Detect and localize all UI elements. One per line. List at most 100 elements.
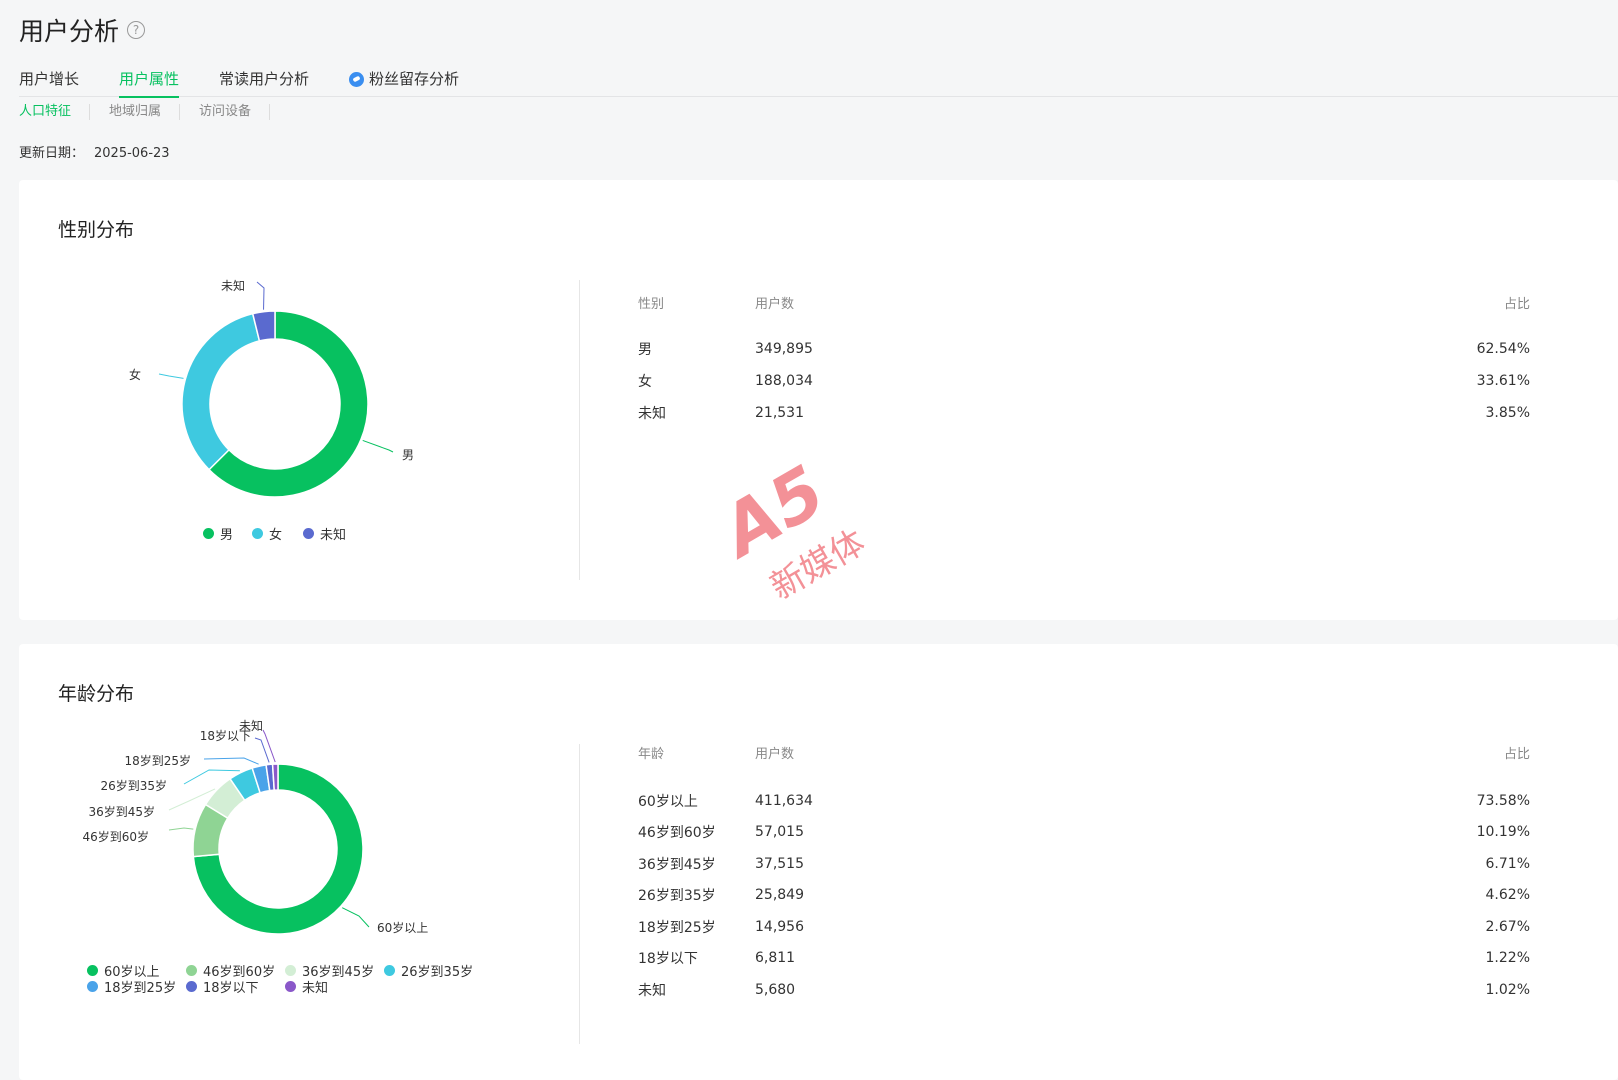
table-row: 46岁到60岁 57,015 10.19% bbox=[638, 817, 1530, 849]
table-row: 60岁以上 411,634 73.58% bbox=[638, 785, 1530, 817]
subtab-region[interactable]: 地域归属 bbox=[109, 104, 181, 120]
legend-item[interactable]: 男 bbox=[203, 525, 252, 543]
age-legend: 60岁以上 46岁到60岁 36岁到45岁 26岁到35岁 18岁到25岁 18岁以下 未知 bbox=[87, 962, 507, 996]
header-users: 用户数 bbox=[755, 747, 795, 762]
table-cell-users: 25,849 bbox=[755, 887, 804, 904]
table-cell-users: 6,811 bbox=[755, 950, 796, 967]
table-row: 男 349,895 62.54% bbox=[638, 333, 1530, 365]
age-table: 年龄 用户数 占比 60岁以上 411,634 73.58% 46岁到60岁 57,01… bbox=[638, 743, 1530, 1006]
legend-label: 未知 bbox=[302, 980, 329, 996]
legend-dot-icon bbox=[87, 964, 98, 976]
tab-user-attributes[interactable]: 用户属性 bbox=[119, 66, 180, 98]
tab-label: 粉丝留存分析 bbox=[369, 70, 460, 88]
table-cell-label: 60岁以上 bbox=[638, 793, 698, 810]
table-cell-pct: 3.85% bbox=[1485, 405, 1530, 421]
leader-line bbox=[158, 373, 184, 379]
table-row: 36岁到45岁 37,515 6.71% bbox=[638, 848, 1530, 880]
slice-label: 未知 bbox=[221, 279, 245, 293]
legend-item[interactable]: 女 bbox=[252, 525, 303, 543]
badge-icon bbox=[349, 72, 365, 87]
donut-slice[interactable] bbox=[271, 763, 279, 791]
table-header: 性别 用户数 占比 bbox=[638, 293, 1530, 313]
legend-label: 男 bbox=[220, 527, 234, 543]
legend-dot-icon bbox=[303, 527, 314, 539]
leader-line bbox=[262, 729, 276, 763]
gender-legend: 男 女 未知 bbox=[203, 525, 363, 543]
legend-dot-icon bbox=[203, 527, 214, 539]
gender-donut-chart: 男 女 未知 bbox=[129, 279, 414, 498]
legend-label: 女 bbox=[269, 527, 283, 543]
leader-line bbox=[254, 737, 270, 763]
slice-label: 60岁以上 bbox=[377, 920, 428, 935]
legend-dot-icon bbox=[285, 980, 296, 992]
legend-dot-icon bbox=[87, 980, 98, 992]
leader-line bbox=[256, 281, 265, 310]
table-cell-users: 21,531 bbox=[755, 405, 804, 421]
table-cell-label: 未知 bbox=[638, 406, 666, 422]
update-date-row: 更新日期： 2025-06-23 bbox=[19, 142, 170, 161]
slice-label: 男 bbox=[402, 448, 414, 462]
legend-item[interactable]: 未知 bbox=[285, 978, 384, 996]
slice-label: 26岁到35岁 bbox=[100, 778, 167, 793]
divider bbox=[579, 280, 580, 580]
table-header: 年龄 用户数 占比 bbox=[638, 743, 1530, 763]
update-label: 更新日期： bbox=[19, 146, 85, 161]
question-circle-icon[interactable]: ? bbox=[127, 21, 146, 39]
legend-dot-icon bbox=[384, 964, 395, 976]
legend-dot-icon bbox=[252, 527, 263, 539]
donut-slice[interactable] bbox=[181, 312, 261, 471]
table-cell-label: 女 bbox=[638, 374, 652, 390]
slice-label: 18岁到25岁 bbox=[124, 753, 191, 768]
gender-card: 性别分布 男女未知 男女未知 性别 用户数 占比 男 349,895 62.54% 女… bbox=[19, 180, 1618, 620]
slice-label: 女 bbox=[129, 367, 141, 382]
tab-user-growth[interactable]: 用户增长 bbox=[19, 66, 79, 97]
legend-label: 未知 bbox=[320, 527, 347, 543]
subtab-demographics[interactable]: 人口特征 bbox=[19, 104, 91, 120]
table-row: 18岁以下 6,811 1.22% bbox=[638, 943, 1530, 975]
gender-table: 性别 用户数 占比 男 349,895 62.54% 女 188,034 33.61% 未知… bbox=[638, 293, 1530, 429]
table-cell-pct: 1.02% bbox=[1485, 981, 1530, 998]
legend-label: 26岁到35岁 bbox=[401, 964, 474, 980]
subtab-devices[interactable]: 访问设备 bbox=[199, 104, 271, 120]
table-cell-users: 349,895 bbox=[755, 341, 813, 357]
tab-label: 常读用户分析 bbox=[219, 70, 310, 88]
legend-item[interactable]: 18岁到25岁 bbox=[87, 978, 186, 996]
legend-item[interactable]: 36岁到45岁 bbox=[285, 962, 384, 980]
page-title-text: 用户分析 bbox=[19, 17, 120, 46]
table-cell-pct: 62.54% bbox=[1476, 341, 1530, 357]
legend-item[interactable]: 26岁到35岁 bbox=[384, 962, 483, 980]
table-cell-pct: 10.19% bbox=[1476, 824, 1530, 841]
legend-label: 18岁到25岁 bbox=[104, 980, 177, 996]
table-cell-label: 36岁到45岁 bbox=[638, 856, 716, 873]
table-cell-users: 37,515 bbox=[755, 855, 804, 872]
legend-dot-icon bbox=[285, 964, 296, 976]
leader-line bbox=[362, 439, 394, 453]
table-cell-pct: 2.67% bbox=[1485, 918, 1530, 935]
table-cell-pct: 73.58% bbox=[1476, 792, 1530, 809]
header-pct: 占比 bbox=[1503, 297, 1530, 312]
tab-fan-retention[interactable]: 粉丝留存分析 bbox=[349, 66, 459, 97]
header-gender: 性别 bbox=[638, 297, 665, 312]
update-date: 2025-06-23 bbox=[94, 146, 170, 161]
legend-item[interactable]: 18岁以下 bbox=[186, 978, 285, 996]
table-cell-users: 14,956 bbox=[755, 918, 804, 935]
divider bbox=[579, 744, 580, 1044]
table-row: 18岁到25岁 14,956 2.67% bbox=[638, 911, 1530, 943]
table-cell-pct: 1.22% bbox=[1485, 950, 1530, 967]
sub-tabs: 人口特征 地域归属 访问设备 bbox=[19, 104, 289, 120]
table-row: 女 188,034 33.61% bbox=[638, 365, 1530, 397]
header-pct: 占比 bbox=[1503, 747, 1530, 762]
table-cell-label: 未知 bbox=[638, 982, 666, 999]
table-cell-label: 18岁以下 bbox=[638, 951, 698, 968]
table-cell-users: 188,034 bbox=[755, 373, 813, 389]
table-cell-label: 26岁到35岁 bbox=[638, 888, 716, 905]
table-row: 未知 5,680 1.02% bbox=[638, 974, 1530, 1006]
tab-label: 用户属性 bbox=[119, 70, 180, 88]
slice-label: 46岁到60岁 bbox=[82, 829, 149, 844]
age-donut-chart: 60岁以上46岁到60岁36岁到45岁26岁到35岁18岁到25岁18岁以下未知 bbox=[82, 719, 428, 935]
table-cell-users: 57,015 bbox=[755, 824, 804, 841]
tab-label: 用户增长 bbox=[19, 70, 80, 88]
legend-dot-icon bbox=[186, 980, 197, 992]
tab-frequent-readers[interactable]: 常读用户分析 bbox=[219, 66, 309, 97]
legend-item[interactable]: 未知 bbox=[303, 525, 363, 543]
